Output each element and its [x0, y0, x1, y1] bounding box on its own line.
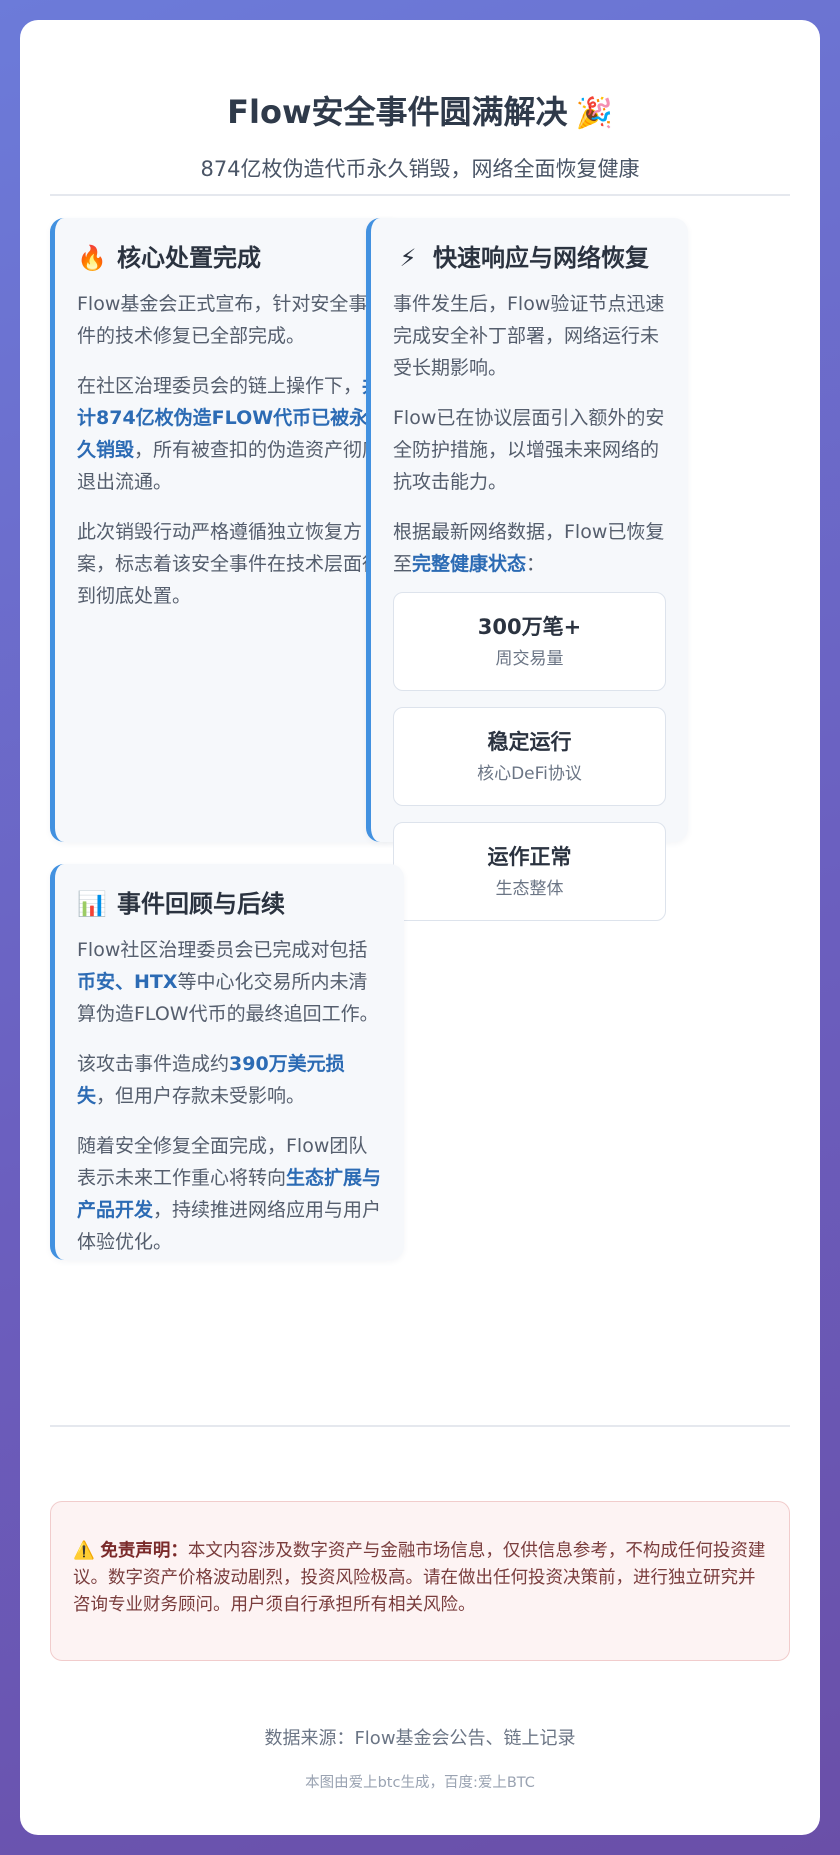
- panel-review-p1-text: Flow社区治理委员会已完成对包括: [77, 939, 368, 961]
- disclaimer-box: ⚠️ 免责声明：本文内容涉及数字资产与金融市场信息，仅供信息参考，不构成任何投资…: [50, 1501, 790, 1661]
- page-title-text: Flow安全事件圆满解决: [227, 93, 568, 131]
- data-source: 数据来源：Flow基金会公告、链上记录: [264, 1728, 576, 1749]
- panel-core-p2-text: 在社区治理委员会的链上操作下，: [77, 375, 363, 397]
- panel-response-p3-highlight: 完整健康状态: [412, 553, 527, 575]
- disclaimer-lead: 免责声明：: [100, 1541, 188, 1561]
- panel-response-recovery: ⚡ 快速响应与网络恢复 事件发生后，Flow验证节点迅速完成安全补丁部署，网络运…: [366, 218, 688, 921]
- panel-review-paragraph-3: 随着安全修复全面完成，Flow团队表示未来工作重心将转向生态扩展与产品开发，持续…: [77, 1130, 382, 1258]
- panel-review-p2-text: 该攻击事件造成约: [77, 1053, 230, 1075]
- panel-response-p3-text-end: ：: [526, 553, 546, 575]
- panel-core-disposal: 🔥 核心处置完成 Flow基金会正式宣布，针对安全事件的技术修复已全部完成。 在…: [50, 218, 404, 842]
- stat-value: 300万笔+: [477, 615, 582, 639]
- stat-weekly-volume: 300万笔+ 周交易量: [393, 592, 666, 691]
- panel-response-paragraph-3: 根据最新网络数据，Flow已恢复至完整健康状态：: [393, 516, 666, 580]
- stat-label: 核心DeFi协议: [477, 764, 582, 784]
- panel-review-p2-text-end: ，但用户存款未受影响。: [96, 1085, 306, 1107]
- credit-text: 本图由爱上btc生成，百度:爱上BTC: [305, 1775, 535, 1791]
- fire-icon: 🔥: [77, 244, 107, 272]
- stat-label: 生态整体: [495, 879, 564, 899]
- stat-ecosystem: 运作正常 生态整体: [393, 822, 666, 921]
- panel-response-heading: ⚡ 快速响应与网络恢复: [393, 240, 666, 276]
- warning-icon: ⚠️: [73, 1541, 95, 1561]
- panel-core-heading: 🔥 核心处置完成: [77, 240, 382, 276]
- footer-divider: [50, 1425, 790, 1427]
- stat-defi-protocols: 稳定运行 核心DeFi协议: [393, 707, 666, 806]
- panel-core-paragraph-1: Flow基金会正式宣布，针对安全事件的技术修复已全部完成。: [77, 293, 368, 347]
- stat-value: 稳定运行: [487, 730, 572, 754]
- panel-review-title: 事件回顾与后续: [117, 890, 285, 918]
- panel-review-paragraph-2: 该攻击事件造成约390万美元损失，但用户存款未受影响。: [77, 1048, 382, 1112]
- panel-review-p1-highlight: 币安、HTX: [77, 971, 178, 993]
- header-divider: [50, 194, 790, 196]
- panel-core-title: 核心处置完成: [117, 244, 261, 272]
- page-subtitle: 874亿枚伪造代币永久销毁，网络全面恢复健康: [200, 157, 640, 181]
- panel-review-paragraph-1: Flow社区治理委员会已完成对包括币安、HTX等中心化交易所内未清算伪造FLOW…: [77, 934, 382, 1030]
- stat-label: 周交易量: [495, 649, 564, 669]
- bar-chart-icon: 📊: [77, 890, 107, 918]
- page-title: Flow安全事件圆满解决 🎉: [20, 90, 820, 136]
- panel-review-heading: 📊 事件回顾与后续: [77, 886, 382, 922]
- stat-value: 运作正常: [487, 845, 572, 869]
- panel-response-title: 快速响应与网络恢复: [433, 244, 649, 272]
- panel-response-paragraph-1: 事件发生后，Flow验证节点迅速完成安全补丁部署，网络运行未受长期影响。: [393, 293, 665, 379]
- lightning-icon: ⚡: [399, 244, 417, 272]
- content-card: Flow安全事件圆满解决 🎉 874亿枚伪造代币永久销毁，网络全面恢复健康 🔥 核…: [20, 20, 820, 1835]
- panel-response-paragraph-2: Flow已在协议层面引入额外的安全防护措施，以增强未来网络的抗攻击能力。: [393, 407, 665, 493]
- panel-core-paragraph-2: 在社区治理委员会的链上操作下，共计874亿枚伪造FLOW代币已被永久销毁，所有被…: [77, 370, 382, 498]
- panel-event-review: 📊 事件回顾与后续 Flow社区治理委员会已完成对包括币安、HTX等中心化交易所…: [50, 864, 404, 1260]
- panel-core-paragraph-3: 此次销毁行动严格遵循独立恢复方案，标志着该安全事件在技术层面得到彻底处置。: [77, 521, 382, 607]
- party-popper-icon: 🎉: [575, 96, 613, 131]
